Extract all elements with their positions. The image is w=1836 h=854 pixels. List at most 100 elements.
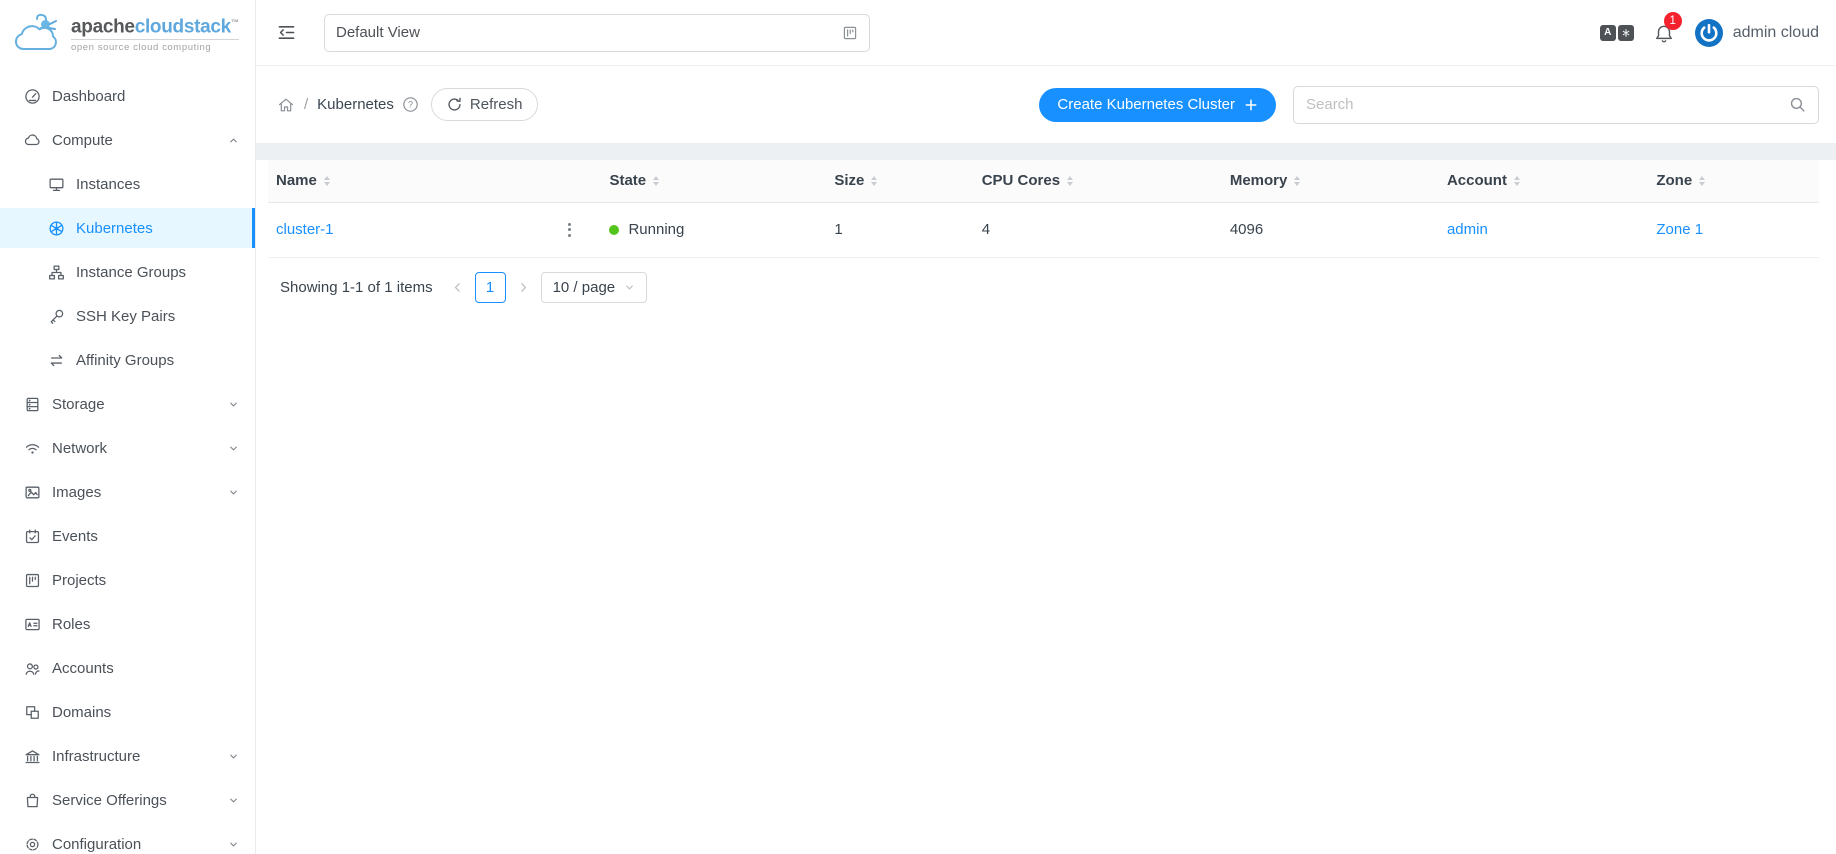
sort-caret-icon[interactable] xyxy=(324,176,330,186)
column-header-zone[interactable]: Zone xyxy=(1648,160,1819,202)
next-page-button[interactable] xyxy=(515,281,532,294)
page-actions: Create Kubernetes Cluster xyxy=(1039,86,1819,124)
sidebar-item-infrastructure[interactable]: Infrastructure xyxy=(0,736,255,776)
pagination-summary: Showing 1-1 of 1 items xyxy=(280,279,433,296)
sidebar-item-label: Dashboard xyxy=(52,88,239,105)
translation-icon[interactable]: A xyxy=(1600,25,1634,41)
sidebar-item-instance-groups[interactable]: Instance Groups xyxy=(0,252,255,292)
column-header-account[interactable]: Account xyxy=(1439,160,1648,202)
chevron-down-icon xyxy=(228,443,239,454)
row-actions-dots-icon[interactable] xyxy=(564,219,575,241)
pagination: Showing 1-1 of 1 items 1 10 / page xyxy=(268,258,1819,303)
sidebar-item-network[interactable]: Network xyxy=(0,428,255,468)
wifi-icon xyxy=(24,440,41,457)
page-size-select[interactable]: 10 / page xyxy=(541,272,648,303)
sidebar-item-domains[interactable]: Domains xyxy=(0,692,255,732)
project-icon xyxy=(24,572,41,589)
app-logo[interactable]: apachecloudstack™ open source cloud comp… xyxy=(0,0,255,66)
sidebar-item-ssh-key-pairs[interactable]: SSH Key Pairs xyxy=(0,296,255,336)
picture-icon xyxy=(24,484,41,501)
project-view-input[interactable] xyxy=(324,14,870,52)
sidebar-item-events[interactable]: Events xyxy=(0,516,255,556)
sidebar-item-label: Projects xyxy=(52,572,239,589)
user-menu[interactable]: admin cloud xyxy=(1694,18,1819,48)
prev-page-button[interactable] xyxy=(449,281,466,294)
search-box xyxy=(1293,86,1819,124)
zone-link[interactable]: Zone 1 xyxy=(1656,221,1703,238)
column-header-cpu-cores[interactable]: CPU Cores xyxy=(974,160,1222,202)
sidebar-item-label: Instance Groups xyxy=(76,264,239,281)
sidebar-item-label: Configuration xyxy=(52,836,228,853)
menu-fold-icon[interactable] xyxy=(277,23,296,42)
account-link[interactable]: admin xyxy=(1447,221,1488,238)
page-title: Kubernetes xyxy=(317,96,394,113)
column-header-state[interactable]: State xyxy=(601,160,826,202)
sidebar-item-label: Compute xyxy=(52,132,228,149)
column-header-size[interactable]: Size xyxy=(826,160,973,202)
kubernetes-icon xyxy=(48,220,65,237)
sidebar-item-images[interactable]: Images xyxy=(0,472,255,512)
sidebar-item-label: Images xyxy=(52,484,228,501)
sidebar-item-roles[interactable]: Roles xyxy=(0,604,255,644)
column-label: Name xyxy=(276,172,317,189)
user-avatar[interactable] xyxy=(1694,18,1724,48)
create-button-label: Create Kubernetes Cluster xyxy=(1057,96,1235,113)
create-kubernetes-cluster-button[interactable]: Create Kubernetes Cluster xyxy=(1039,88,1276,122)
logo-text: apachecloudstack™ open source cloud comp… xyxy=(71,13,239,52)
sort-caret-icon[interactable] xyxy=(1294,176,1300,186)
refresh-icon xyxy=(447,97,462,112)
project-icon[interactable] xyxy=(842,25,858,41)
column-label: Account xyxy=(1447,172,1507,189)
refresh-label: Refresh xyxy=(470,96,523,113)
notification-badge: 1 xyxy=(1664,12,1682,30)
sidebar-item-label: Infrastructure xyxy=(52,748,228,765)
project-view-value[interactable] xyxy=(336,24,834,41)
page-size-value: 10 / page xyxy=(553,279,616,296)
help-icon[interactable]: ? xyxy=(402,96,419,113)
sort-caret-icon[interactable] xyxy=(871,176,877,186)
chevron-up-icon xyxy=(228,135,239,146)
sidebar-item-storage[interactable]: Storage xyxy=(0,384,255,424)
user-name: admin cloud xyxy=(1733,24,1819,42)
column-label: State xyxy=(609,172,646,189)
sidebar-item-label: Roles xyxy=(52,616,239,633)
chevron-down-icon xyxy=(228,751,239,762)
sidebar-item-accounts[interactable]: Accounts xyxy=(0,648,255,688)
translation-letter: A xyxy=(1600,25,1616,41)
cpu-cores-cell: 4 xyxy=(974,202,1222,257)
sort-caret-icon[interactable] xyxy=(1514,176,1520,186)
cluster-name-link[interactable]: cluster-1 xyxy=(276,221,334,238)
home-icon[interactable] xyxy=(277,96,295,114)
search-icon[interactable] xyxy=(1789,96,1806,113)
page-1-button[interactable]: 1 xyxy=(475,272,506,303)
sort-caret-icon[interactable] xyxy=(653,176,659,186)
clusters-table-wrap: Name State Size CPU Cores xyxy=(256,160,1836,303)
sidebar-item-projects[interactable]: Projects xyxy=(0,560,255,600)
sidebar-item-affinity-groups[interactable]: Affinity Groups xyxy=(0,340,255,380)
gear-icon xyxy=(24,836,41,853)
size-cell: 1 xyxy=(826,202,973,257)
sidebar-item-kubernetes[interactable]: Kubernetes xyxy=(0,208,255,248)
sidebar-item-service-offerings[interactable]: Service Offerings xyxy=(0,780,255,820)
brand-cloudstack: cloudstack xyxy=(135,17,231,38)
sidebar-item-compute[interactable]: Compute xyxy=(0,120,255,160)
sidebar-item-label: Storage xyxy=(52,396,228,413)
sort-caret-icon[interactable] xyxy=(1699,176,1705,186)
column-header-memory[interactable]: Memory xyxy=(1222,160,1439,202)
sort-caret-icon[interactable] xyxy=(1067,176,1073,186)
column-header-name[interactable]: Name xyxy=(268,160,601,202)
refresh-button[interactable]: Refresh xyxy=(431,88,539,121)
sidebar-item-instances[interactable]: Instances xyxy=(0,164,255,204)
sidebar-item-dashboard[interactable]: Dashboard xyxy=(0,76,255,116)
key-icon xyxy=(48,308,65,325)
sidebar-item-configuration[interactable]: Configuration xyxy=(0,824,255,854)
sidebar-item-label: Service Offerings xyxy=(52,792,228,809)
sidebar-item-label: Affinity Groups xyxy=(76,352,239,369)
notification-bell-icon[interactable]: 1 xyxy=(1653,20,1675,45)
chevron-down-icon xyxy=(228,795,239,806)
brand-apache: apache xyxy=(71,17,135,38)
search-input[interactable] xyxy=(1306,96,1781,113)
calendar-check-icon xyxy=(24,528,41,545)
chevron-down-icon xyxy=(228,399,239,410)
top-header: A 1 xyxy=(256,0,1836,66)
